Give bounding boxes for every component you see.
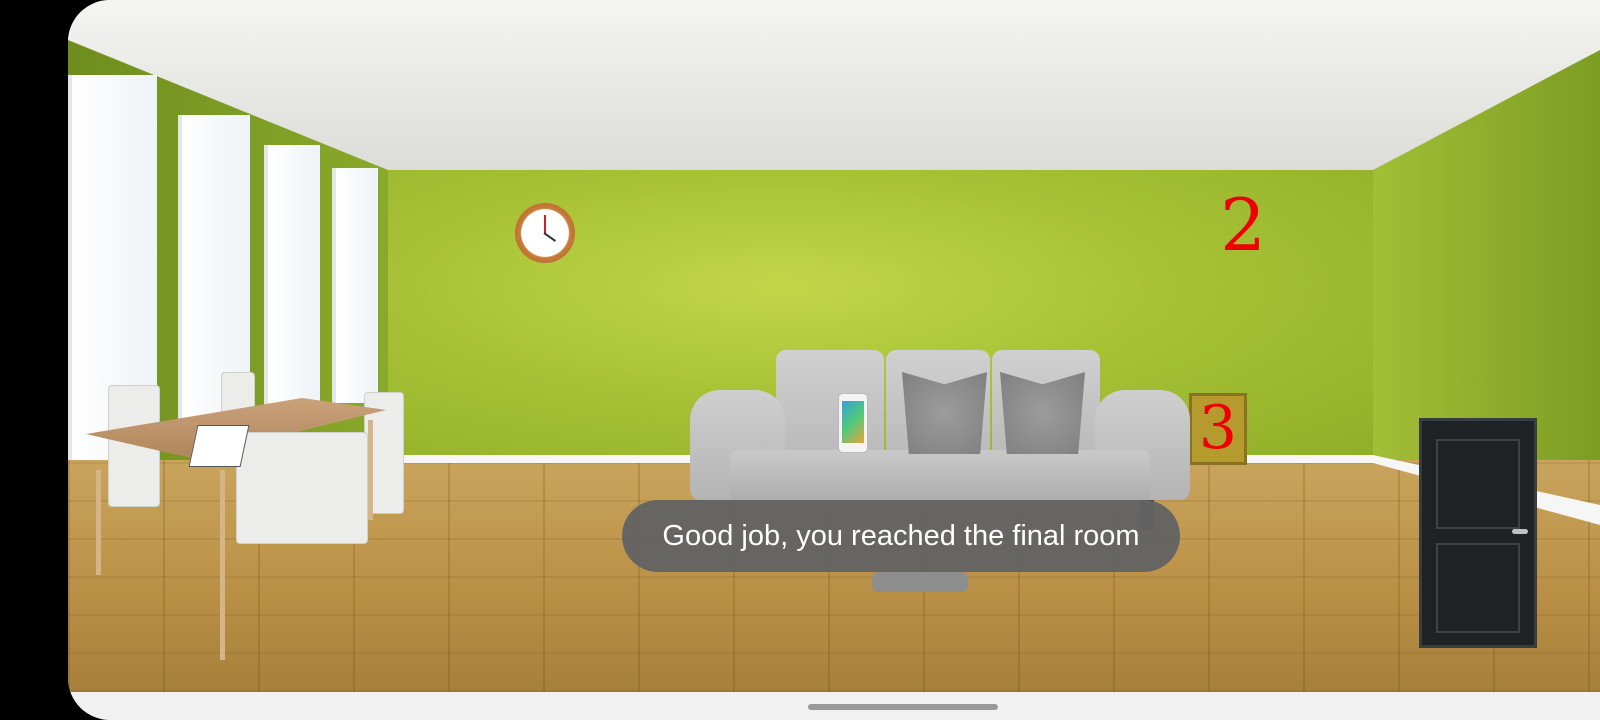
phone-screen (842, 401, 864, 443)
window (264, 145, 320, 410)
window (332, 168, 378, 403)
clock-hand (543, 232, 557, 242)
table-leg (368, 420, 373, 520)
floor-cushion[interactable] (872, 572, 968, 592)
table-leg (220, 470, 225, 660)
dining-chair (236, 432, 368, 544)
wall-clue-number[interactable]: 2 (1208, 185, 1278, 265)
clock-hand (544, 215, 546, 233)
toast-message: Good job, you reached the final room (622, 500, 1180, 572)
framed-clue-number[interactable]: 3 (1189, 393, 1247, 465)
door-knob[interactable] (1512, 529, 1528, 534)
notepad-icon[interactable] (188, 425, 250, 467)
sofa-seat (730, 450, 1150, 505)
home-indicator[interactable] (808, 704, 998, 710)
game-screen: 2 3 Good job, you reached the final room (68, 0, 1600, 720)
table-leg (96, 470, 101, 575)
smartphone-icon[interactable] (838, 393, 868, 453)
door-panel (1436, 439, 1520, 529)
door-panel (1436, 543, 1520, 633)
room-scene: 2 3 Good job, you reached the final room (68, 0, 1600, 692)
wall-clock-icon[interactable] (515, 203, 575, 263)
exit-door-icon[interactable] (1419, 418, 1537, 648)
